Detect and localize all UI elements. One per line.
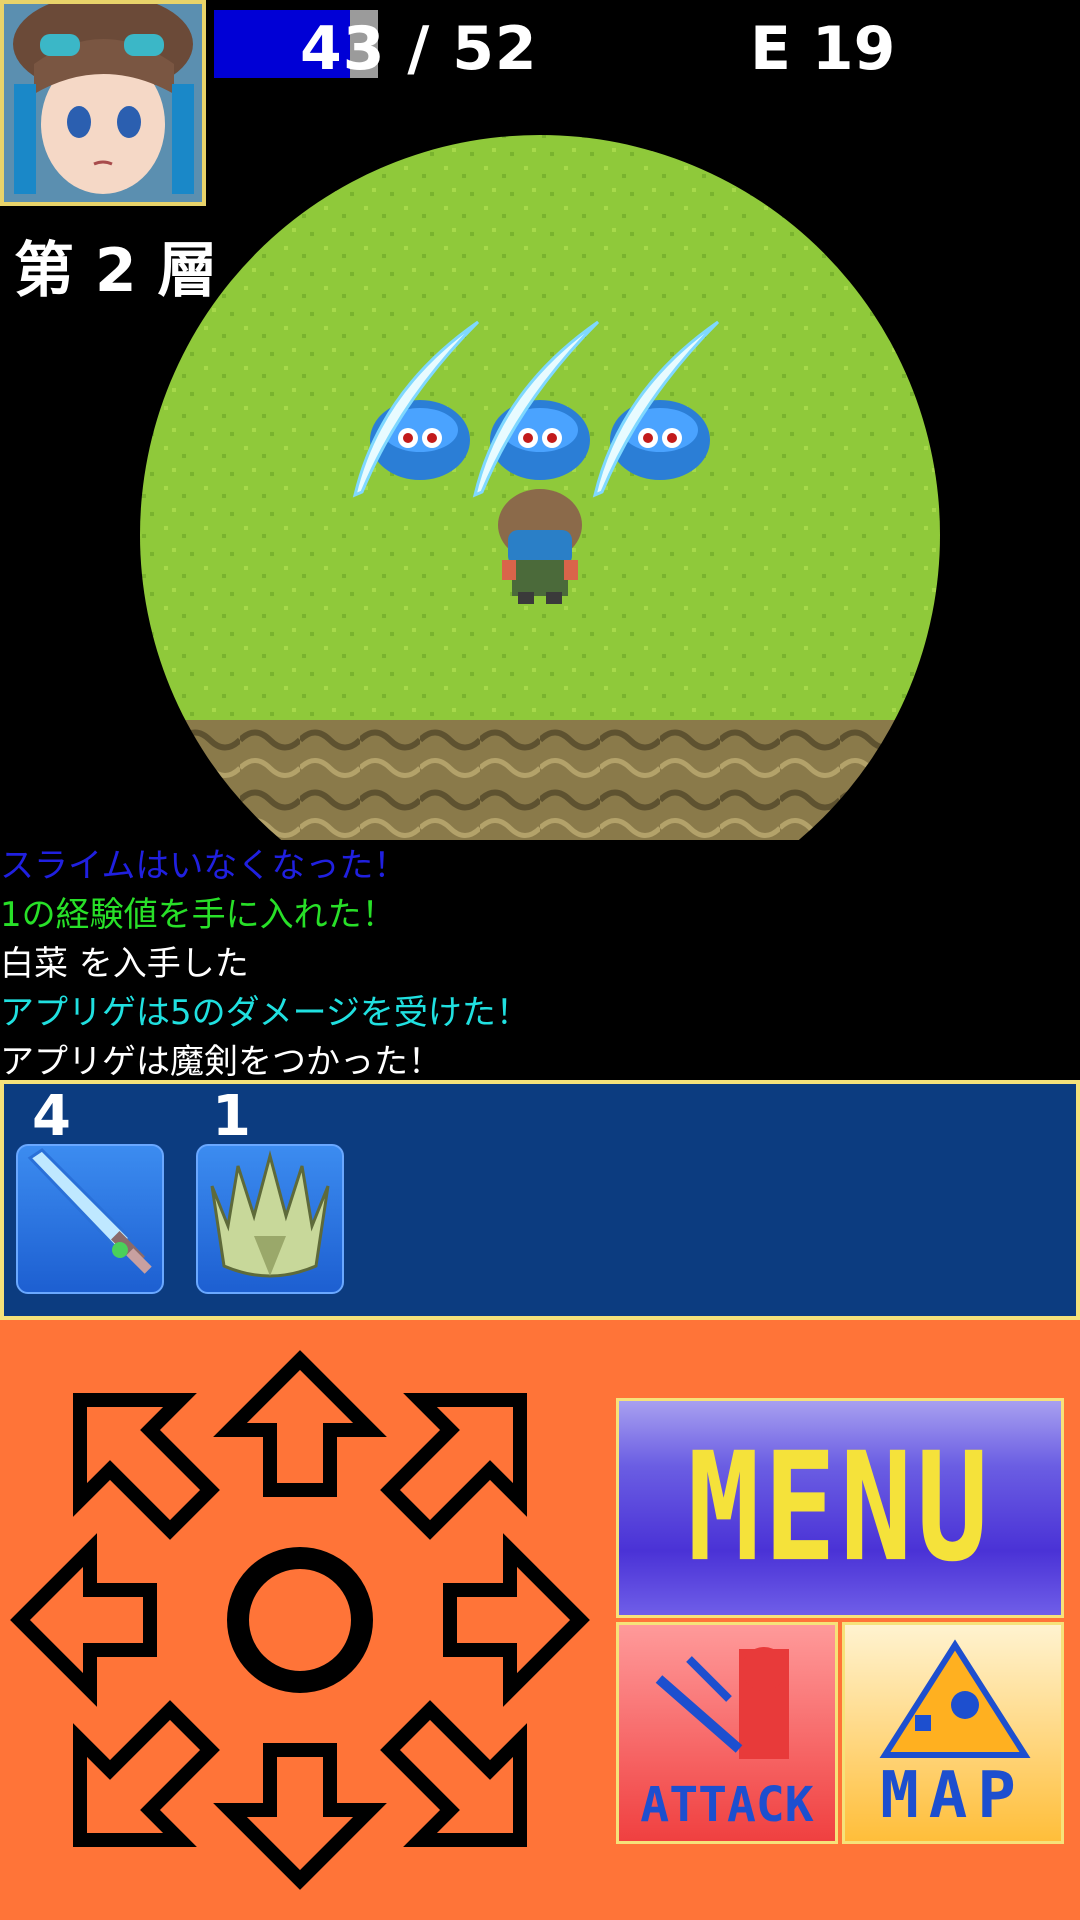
log-line: スライムはいなくなった！: [0, 846, 408, 886]
log-line: アプリゲは5のダメージを受けた！: [0, 993, 530, 1033]
map-button[interactable]: MAP: [842, 1622, 1064, 1844]
log-line: 白菜 を入手した: [0, 944, 249, 984]
dpad-center[interactable]: [227, 1547, 373, 1693]
dpad-down-right[interactable]: [380, 1700, 527, 1847]
menu-button[interactable]: MENU: [616, 1398, 1064, 1618]
dpad-down[interactable]: [213, 1743, 387, 1890]
item-count: 1: [212, 1084, 251, 1149]
attack-icon: [655, 1647, 789, 1759]
map-icon: [879, 1639, 1031, 1758]
dpad-left[interactable]: [10, 1533, 157, 1707]
menu-label: MENU: [687, 1421, 993, 1595]
dpad-up-left[interactable]: [73, 1393, 220, 1540]
magic-sword-icon: [27, 1148, 152, 1274]
map-label: MAP: [880, 1759, 1026, 1833]
inventory-slot-cabbage[interactable]: [196, 1144, 344, 1294]
energy-text: E 19: [750, 14, 896, 84]
cabbage-icon: [210, 1150, 330, 1278]
character-portrait: [0, 0, 206, 206]
dpad-right[interactable]: [443, 1533, 590, 1707]
hp-text: 43 / 52: [300, 14, 538, 84]
floor-label: 第 2 層: [14, 236, 218, 306]
inventory-slot-sword[interactable]: [16, 1144, 164, 1294]
attack-button[interactable]: ATTACK: [616, 1622, 838, 1844]
dpad-down-left[interactable]: [73, 1700, 220, 1847]
message-log: スライムはいなくなった！ 1の経験値を手に入れた！ 白菜 を入手した アプリゲは…: [0, 842, 1080, 1087]
log-line: 1の経験値を手に入れた！: [0, 895, 396, 935]
attack-label: ATTACK: [640, 1777, 814, 1833]
dpad: [10, 1350, 590, 1890]
dpad-up[interactable]: [213, 1350, 387, 1497]
dungeon-map: [140, 135, 940, 840]
item-count: 4: [32, 1084, 71, 1149]
dpad-up-right[interactable]: [380, 1393, 527, 1540]
inventory-bar: 4 1: [0, 1080, 1080, 1320]
